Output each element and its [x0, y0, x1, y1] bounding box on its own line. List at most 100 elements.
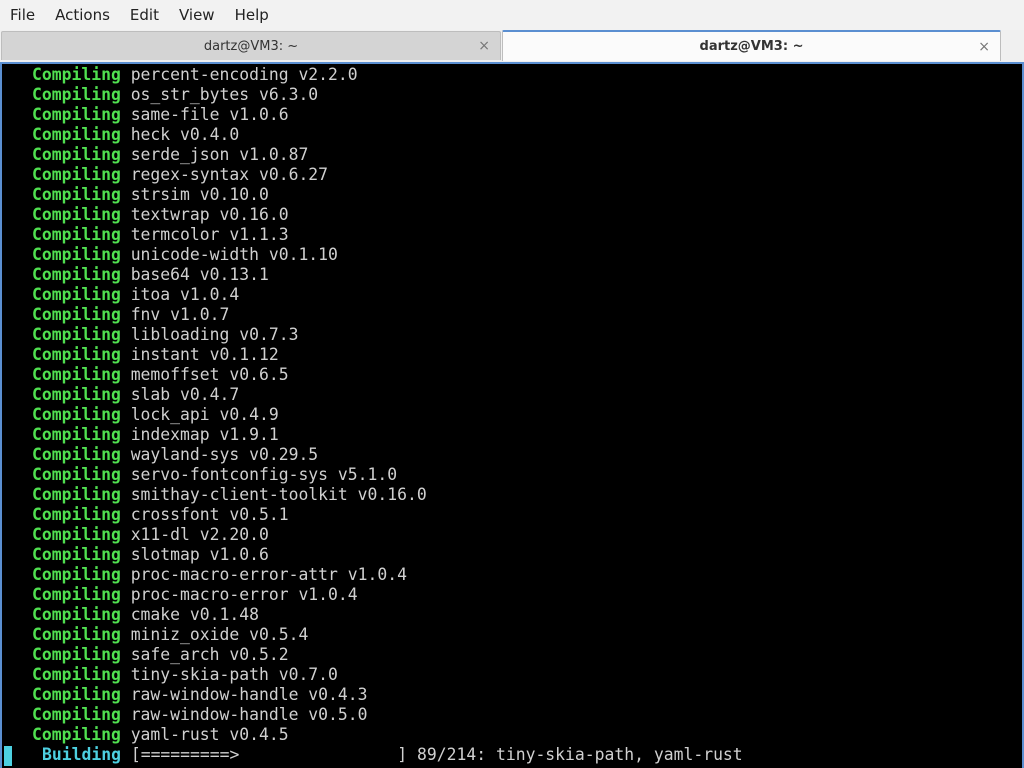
- tab-title: dartz@VM3: ~: [699, 39, 804, 54]
- menu-file[interactable]: File: [0, 0, 45, 30]
- compile-verb: Compiling: [32, 485, 121, 504]
- crate-name: base64 v0.13.1: [130, 265, 269, 284]
- terminal-line: Compiling instant v0.1.12: [32, 345, 427, 365]
- compile-verb: Compiling: [32, 85, 121, 104]
- compile-verb: Compiling: [32, 665, 121, 684]
- compile-verb: Compiling: [32, 205, 121, 224]
- menu-help[interactable]: Help: [225, 0, 279, 30]
- terminal-line: Compiling safe_arch v0.5.2: [32, 645, 427, 665]
- crate-name: lock_api v0.4.9: [130, 405, 279, 424]
- compile-verb: Compiling: [32, 565, 121, 584]
- crate-name: termcolor v1.1.3: [130, 225, 289, 244]
- compile-verb: Compiling: [32, 625, 121, 644]
- compile-verb: Compiling: [32, 445, 121, 464]
- crate-name: cmake v0.1.48: [130, 605, 259, 624]
- tab-terminal-2[interactable]: dartz@VM3: ~ ×: [502, 30, 1001, 61]
- crate-name: crossfont v0.5.1: [130, 505, 289, 524]
- terminal-line: Compiling os_str_bytes v6.3.0: [32, 85, 427, 105]
- build-status-line: Building [=========> ] 89/214: tiny-skia…: [42, 745, 743, 765]
- crate-name: indexmap v1.9.1: [130, 425, 279, 444]
- terminal-line: Compiling yaml-rust v0.4.5: [32, 725, 427, 745]
- terminal-window: File Actions Edit View Help dartz@VM3: ~…: [0, 0, 1024, 768]
- terminal-line: Compiling tiny-skia-path v0.7.0: [32, 665, 427, 685]
- compile-verb: Compiling: [32, 605, 121, 624]
- terminal-line: Compiling regex-syntax v0.6.27: [32, 165, 427, 185]
- terminal-line: Compiling wayland-sys v0.29.5: [32, 445, 427, 465]
- terminal-line: Compiling strsim v0.10.0: [32, 185, 427, 205]
- compile-verb: Compiling: [32, 185, 121, 204]
- terminal-line: Compiling raw-window-handle v0.4.3: [32, 685, 427, 705]
- compile-verb: Compiling: [32, 325, 121, 344]
- compile-verb: Compiling: [32, 225, 121, 244]
- crate-name: proc-macro-error-attr v1.0.4: [130, 565, 407, 584]
- terminal-line: Compiling smithay-client-toolkit v0.16.0: [32, 485, 427, 505]
- compile-verb: Compiling: [32, 105, 121, 124]
- compile-verb: Compiling: [32, 525, 121, 544]
- terminal-line: Compiling heck v0.4.0: [32, 125, 427, 145]
- close-icon[interactable]: ×: [478, 38, 490, 54]
- tab-title: dartz@VM3: ~: [203, 38, 299, 54]
- crate-name: wayland-sys v0.29.5: [130, 445, 319, 464]
- compile-verb: Compiling: [32, 405, 121, 424]
- compile-verb: Compiling: [32, 585, 121, 604]
- crate-name: miniz_oxide v0.5.4: [130, 625, 309, 644]
- crate-name: memoffset v0.6.5: [130, 365, 289, 384]
- compile-verb: Compiling: [32, 545, 121, 564]
- tab-terminal-1[interactable]: dartz@VM3: ~ ×: [1, 31, 501, 60]
- compile-verb: Compiling: [32, 245, 121, 264]
- terminal-line: Compiling slab v0.4.7: [32, 385, 427, 405]
- terminal-line: Compiling termcolor v1.1.3: [32, 225, 427, 245]
- crate-name: slab v0.4.7: [130, 385, 240, 404]
- build-verb: Building: [42, 745, 121, 764]
- tab-bar: dartz@VM3: ~ × dartz@VM3: ~ ×: [0, 30, 1024, 62]
- crate-name: slotmap v1.0.6: [130, 545, 269, 564]
- crate-name: yaml-rust v0.4.5: [130, 725, 289, 744]
- compile-verb: Compiling: [32, 285, 121, 304]
- terminal-line: Compiling same-file v1.0.6: [32, 105, 427, 125]
- terminal-line: Compiling cmake v0.1.48: [32, 605, 427, 625]
- terminal-cursor: [4, 746, 12, 766]
- crate-name: safe_arch v0.5.2: [130, 645, 289, 664]
- terminal-line: Compiling raw-window-handle v0.5.0: [32, 705, 427, 725]
- close-icon[interactable]: ×: [978, 39, 990, 55]
- compile-verb: Compiling: [32, 645, 121, 664]
- crate-name: strsim v0.10.0: [130, 185, 269, 204]
- menubar: File Actions Edit View Help: [0, 0, 1024, 30]
- terminal-line: Compiling percent-encoding v2.2.0: [32, 65, 427, 85]
- terminal-output[interactable]: Compiling percent-encoding v2.2.0 Compili…: [0, 62, 1024, 768]
- compile-verb: Compiling: [32, 305, 121, 324]
- crate-name: fnv v1.0.7: [130, 305, 230, 324]
- terminal-line: Compiling textwrap v0.16.0: [32, 205, 427, 225]
- compile-verb: Compiling: [32, 365, 121, 384]
- compile-verb: Compiling: [32, 345, 121, 364]
- compile-verb: Compiling: [32, 165, 121, 184]
- terminal-line: Compiling memoffset v0.6.5: [32, 365, 427, 385]
- terminal-line: Compiling x11-dl v2.20.0: [32, 525, 427, 545]
- crate-name: proc-macro-error v1.0.4: [130, 585, 358, 604]
- menu-actions[interactable]: Actions: [45, 0, 120, 30]
- terminal-line: Compiling indexmap v1.9.1: [32, 425, 427, 445]
- terminal-line: Compiling proc-macro-error-attr v1.0.4: [32, 565, 427, 585]
- compile-verb: Compiling: [32, 385, 121, 404]
- terminal-line: Compiling proc-macro-error v1.0.4: [32, 585, 427, 605]
- compile-verb: Compiling: [32, 65, 121, 84]
- terminal-line: Compiling base64 v0.13.1: [32, 265, 427, 285]
- crate-name: itoa v1.0.4: [130, 285, 240, 304]
- terminal-line: Compiling unicode-width v0.1.10: [32, 245, 427, 265]
- crate-name: heck v0.4.0: [130, 125, 240, 144]
- compile-verb: Compiling: [32, 145, 121, 164]
- crate-name: raw-window-handle v0.4.3: [130, 685, 368, 704]
- compile-verb: Compiling: [32, 505, 121, 524]
- terminal-line: Compiling miniz_oxide v0.5.4: [32, 625, 427, 645]
- crate-name: tiny-skia-path v0.7.0: [130, 665, 338, 684]
- crate-name: textwrap v0.16.0: [130, 205, 289, 224]
- crate-name: regex-syntax v0.6.27: [130, 165, 329, 184]
- crate-name: libloading v0.7.3: [130, 325, 299, 344]
- crate-name: os_str_bytes v6.3.0: [130, 85, 319, 104]
- terminal-line: Compiling serde_json v1.0.87: [32, 145, 427, 165]
- terminal-line: Compiling slotmap v1.0.6: [32, 545, 427, 565]
- terminal-line: Compiling crossfont v0.5.1: [32, 505, 427, 525]
- menu-edit[interactable]: Edit: [120, 0, 169, 30]
- compile-verb: Compiling: [32, 725, 121, 744]
- menu-view[interactable]: View: [169, 0, 225, 30]
